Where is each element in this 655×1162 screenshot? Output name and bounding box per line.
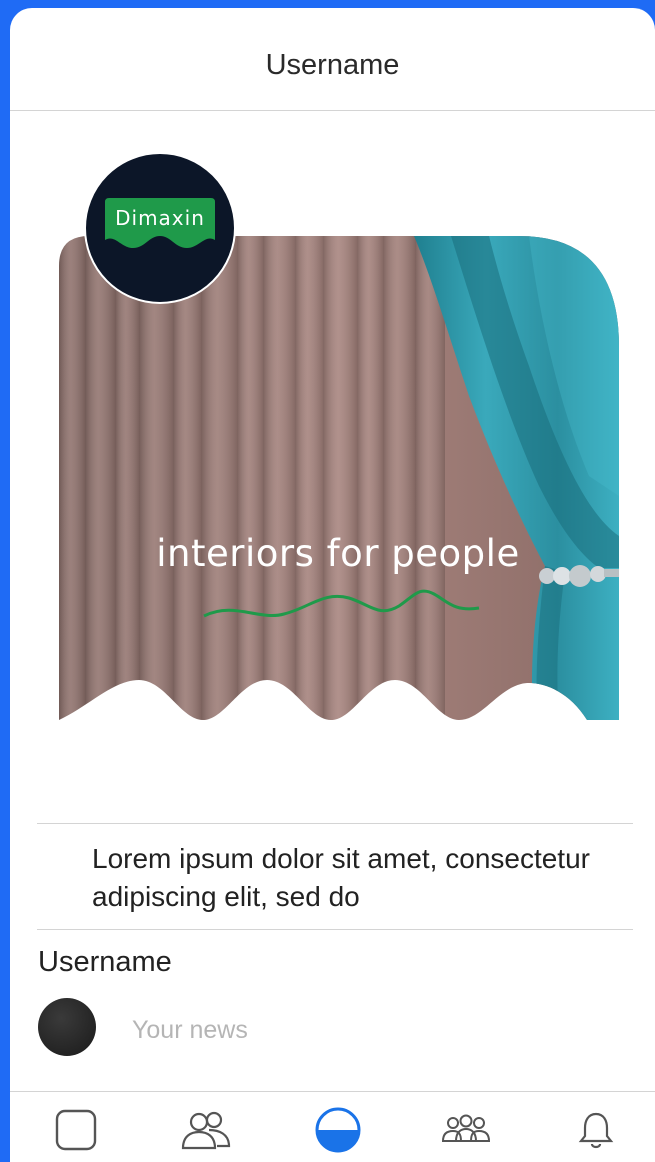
square-icon — [55, 1109, 97, 1151]
groups-icon — [441, 1114, 491, 1142]
avatar[interactable] — [38, 998, 96, 1056]
nav-groups-button[interactable] — [436, 1102, 496, 1158]
nav-friends-button[interactable] — [176, 1102, 236, 1158]
nav-square-button[interactable] — [46, 1102, 106, 1158]
app-screen: Username interiors for people Dimaxin Lo… — [10, 8, 655, 1162]
home-circle-icon — [315, 1107, 361, 1153]
brand-logo: Dimaxin — [95, 196, 225, 260]
bell-icon — [578, 1112, 614, 1149]
divider — [37, 929, 633, 930]
post-image[interactable] — [59, 236, 619, 720]
composer-username: Username — [38, 946, 172, 978]
divider — [37, 823, 633, 824]
bottom-nav — [10, 1091, 655, 1162]
brand-avatar[interactable]: Dimaxin — [84, 152, 236, 304]
nav-home-button[interactable] — [308, 1102, 368, 1158]
news-input[interactable] — [122, 1010, 622, 1050]
brand-name: Dimaxin — [115, 206, 205, 230]
nav-notifications-button[interactable] — [566, 1102, 626, 1158]
post-tagline: interiors for people — [156, 532, 520, 575]
page-title: Username — [265, 48, 400, 81]
friends-icon — [181, 1111, 231, 1150]
post-text: Lorem ipsum dolor sit amet, consectetur … — [92, 843, 590, 912]
header: Username — [10, 8, 655, 111]
